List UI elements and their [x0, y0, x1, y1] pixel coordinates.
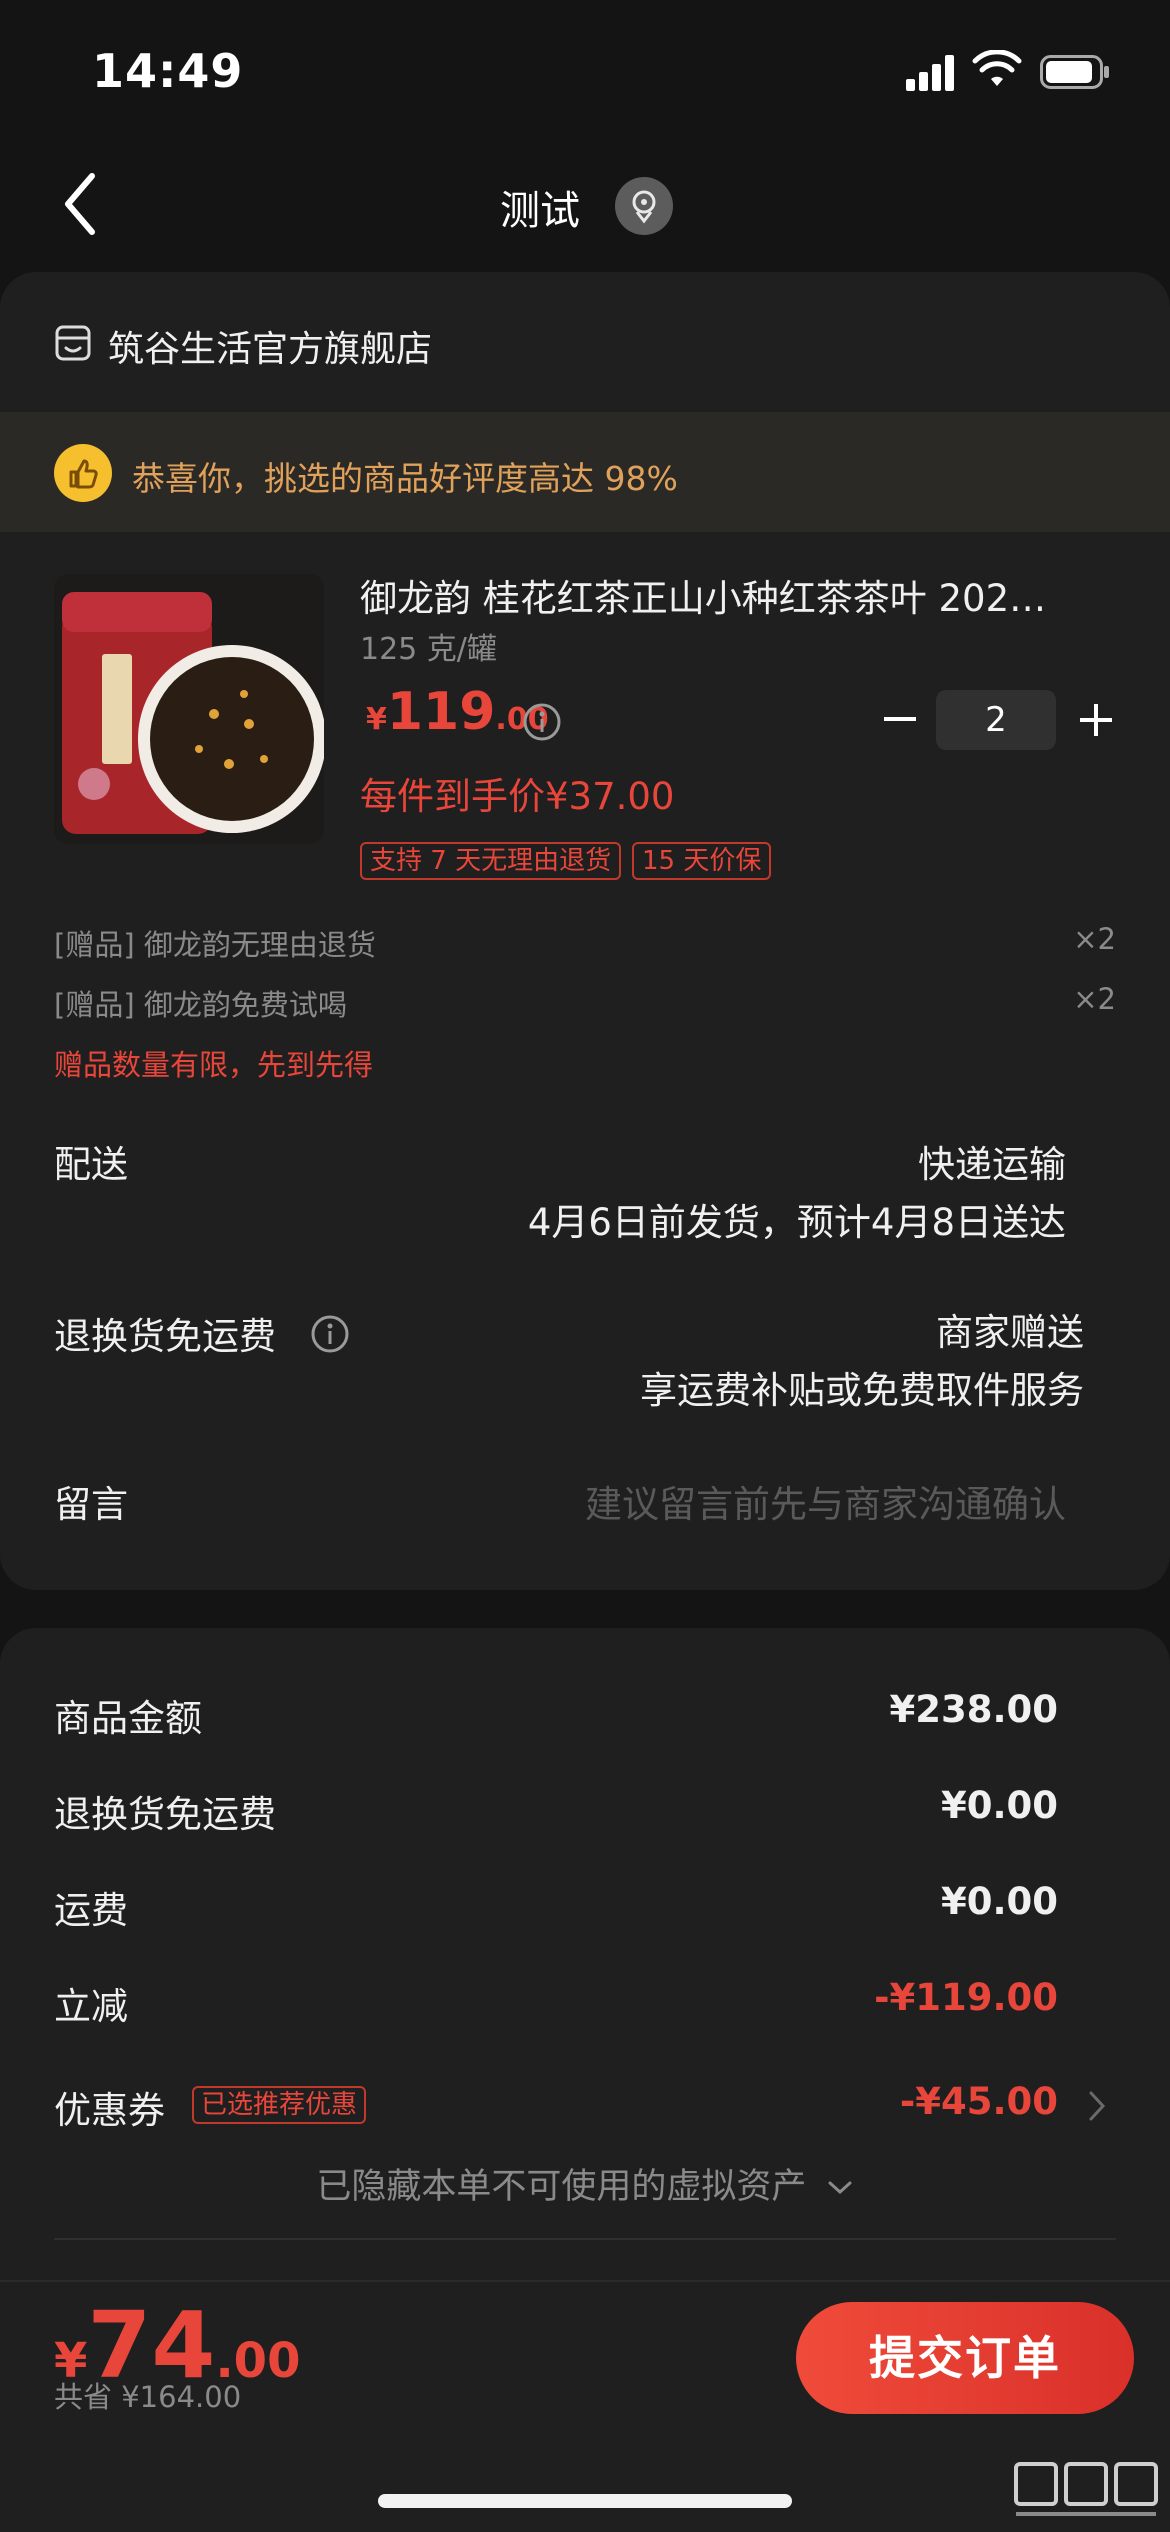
return-shipping-info-icon[interactable] [310, 1314, 350, 1354]
cellular-signal-icon [906, 55, 956, 91]
decrease-quantity-button[interactable] [880, 694, 920, 744]
delivery-eta: 4月6日前发货，预计4月8日送达 [527, 1201, 1066, 1244]
home-indicator[interactable] [378, 2494, 792, 2508]
gift-item: [赠品] 御龙韵免费试喝 [54, 988, 347, 1022]
price-protection-tag: 15 天价保 [632, 842, 772, 880]
nav-bar: 测试 [0, 140, 1170, 270]
coupon-value[interactable]: -¥45.00 [900, 2080, 1058, 2123]
coupon-label: 优惠券 [54, 2089, 165, 2132]
increase-quantity-button[interactable] [1074, 692, 1118, 748]
return-shipping-detail: 享运费补贴或免费取件服务 [640, 1369, 1084, 1412]
battery-icon [1040, 55, 1109, 89]
hidden-assets-text: 已隐藏本单不可使用的虚拟资产 [316, 2167, 807, 2207]
product-spec: 125 克/罐 [360, 632, 497, 667]
submit-order-button[interactable]: 提交订单 [796, 2302, 1134, 2414]
product-image[interactable] [54, 574, 324, 844]
total-saved: 共省 ¥164.00 [54, 2380, 242, 2414]
page-title: 测试 [500, 188, 580, 234]
quantity-input[interactable]: 2 [936, 690, 1056, 750]
chevron-right-icon[interactable] [1086, 2088, 1108, 2124]
discount-value: -¥119.00 [874, 1976, 1058, 2019]
goods-amount-value: ¥238.00 [889, 1688, 1058, 1731]
return-shipping-label: 退换货免运费 [54, 1315, 276, 1358]
divider [54, 2238, 1116, 2240]
location-pin-icon[interactable] [615, 177, 673, 235]
shipping-label: 运费 [54, 1889, 128, 1932]
coupon-tag: 已选推荐优惠 [192, 2086, 367, 2124]
price-currency: ¥ [366, 702, 387, 737]
checkout-bar: ¥74.00 共省 ¥164.00 提交订单 [0, 2280, 1170, 2532]
message-input[interactable]: 建议留言前先与商家沟通确认 [585, 1474, 1066, 1528]
gift-item: [赠品] 御龙韵无理由退货 [54, 928, 376, 962]
gift-note: 赠品数量有限，先到先得 [54, 1048, 374, 1082]
thumbs-up-icon [54, 444, 112, 502]
store-icon [55, 325, 91, 361]
delivery-label: 配送 [54, 1143, 128, 1186]
promo-price: 每件到手价¥37.00 [360, 775, 675, 818]
price-summary-card: 商品金额 ¥238.00 退换货免运费 ¥0.00 运费 ¥0.00 立减 -¥… [0, 1628, 1170, 2328]
goods-amount-label: 商品金额 [54, 1697, 202, 1740]
product-title[interactable]: 御龙韵 桂花红茶正山小种红茶茶叶 202… [360, 568, 1100, 622]
gift-quantity: ×2 [1073, 982, 1116, 1016]
watermark-logo [1014, 2462, 1158, 2516]
wifi-icon [972, 50, 1022, 86]
screen: 14:49 测试 筑谷生活官方旗舰店 恭喜你，挑选的商品好评度高达 98% 御龙… [0, 0, 1170, 2532]
return-shipping-value: 商家赠送 [936, 1311, 1084, 1354]
return-fee-value: ¥0.00 [940, 1784, 1058, 1827]
price-info-icon[interactable] [522, 702, 562, 742]
shop-name: 筑谷生活官方旗舰店 [108, 329, 433, 370]
status-bar: 14:49 [0, 0, 1170, 140]
hidden-assets-toggle[interactable]: 已隐藏本单不可使用的虚拟资产 [0, 2158, 1170, 2209]
rating-banner-text: 恭喜你，挑选的商品好评度高达 98% [132, 459, 678, 498]
status-time: 14:49 [92, 44, 244, 98]
price-integer: 119 [386, 682, 496, 742]
shop-row[interactable]: 筑谷生活官方旗舰店 [0, 272, 1170, 412]
shipping-value: ¥0.00 [940, 1880, 1058, 1923]
gift-quantity: ×2 [1073, 922, 1116, 956]
back-arrow-icon[interactable] [56, 168, 104, 240]
return-fee-label: 退换货免运费 [54, 1793, 276, 1836]
delivery-method[interactable]: 快递运输 [918, 1134, 1066, 1188]
discount-label: 立减 [54, 1985, 128, 2028]
order-card: 筑谷生活官方旗舰店 恭喜你，挑选的商品好评度高达 98% 御龙韵 桂花红茶正山小… [0, 272, 1170, 1590]
rating-banner: 恭喜你，挑选的商品好评度高达 98% [0, 412, 1170, 532]
chevron-down-icon [828, 2181, 852, 2195]
message-label: 留言 [54, 1483, 128, 1526]
return-policy-tag: 支持 7 天无理由退货 [360, 842, 622, 880]
